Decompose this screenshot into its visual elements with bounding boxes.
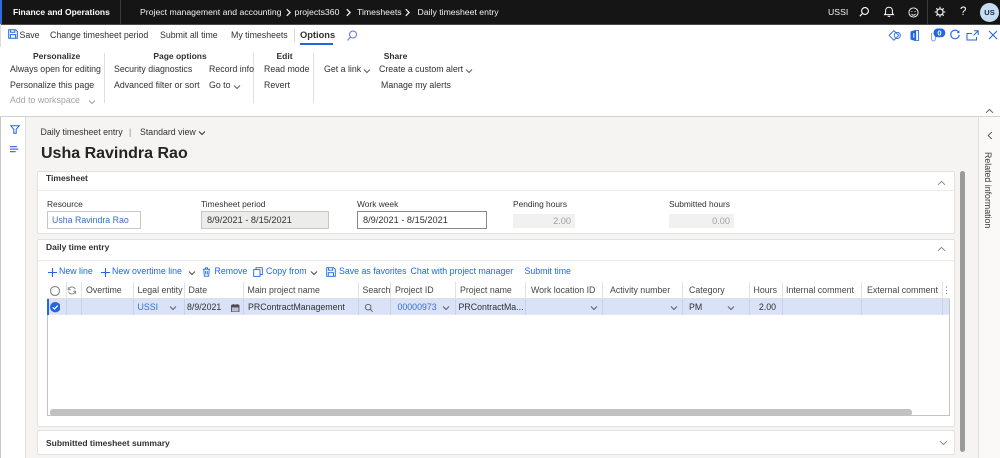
svg-text:0: 0 <box>937 28 941 37</box>
